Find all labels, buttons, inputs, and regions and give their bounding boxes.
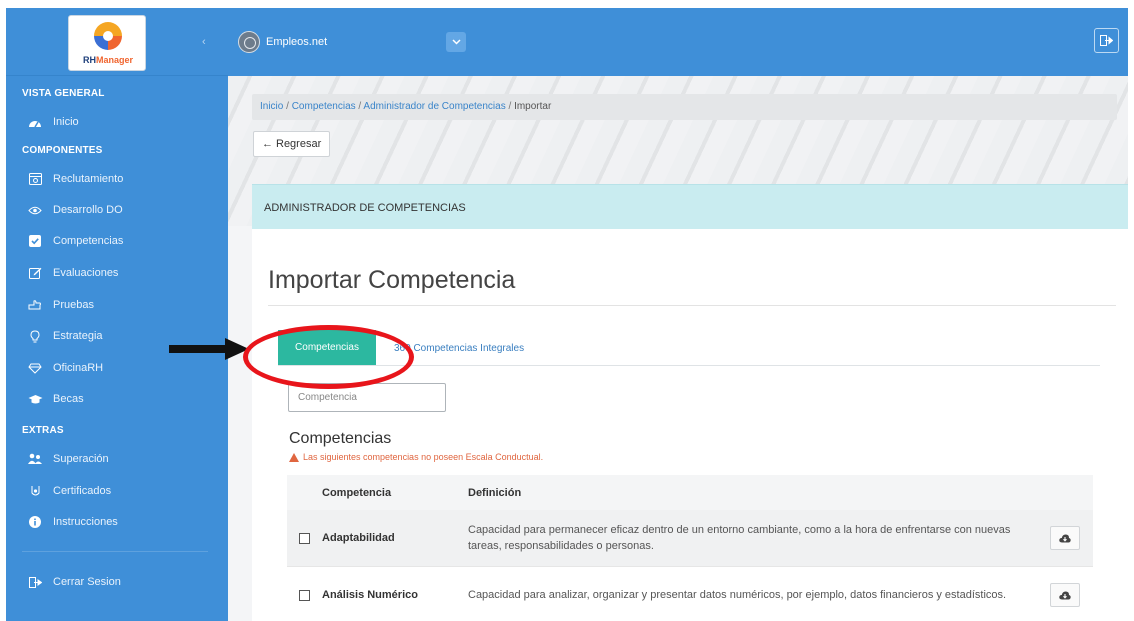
breadcrumb-inicio[interactable]: Inicio [260, 101, 283, 112]
company-name: Empleos.net [266, 36, 328, 48]
browser-icon [26, 172, 44, 186]
row-action-cell [1036, 526, 1093, 550]
import-button[interactable] [1049, 583, 1080, 607]
row-checkbox[interactable] [299, 589, 310, 601]
competency-definition: Capacidad para analizar, organizar y pre… [468, 589, 1007, 601]
breadcrumb-competencias[interactable]: Competencias [292, 101, 356, 112]
back-button[interactable]: ← Regresar [253, 131, 331, 157]
sidebar-item-label: Evaluaciones [53, 267, 119, 279]
competency-table: Competencia Definición Adaptabilidad Cap… [287, 475, 1093, 621]
sidebar-item-certificados[interactable]: Certificados [6, 478, 228, 504]
logo-text: RHManager [82, 55, 133, 65]
users-icon [26, 452, 44, 466]
breadcrumb: Inicio / Competencias / Administrador de… [252, 94, 1117, 120]
logo-area: RHManager ‹ [6, 8, 228, 76]
sidebar-item-label: Competencias [53, 235, 124, 247]
sidebar-item-instrucciones[interactable]: Instrucciones [6, 509, 228, 535]
breadcrumb-current: Importar [514, 101, 552, 112]
section-title: Competencias [289, 430, 392, 447]
graduation-cap-icon [26, 392, 44, 406]
sidebar-item-label: Superación [53, 453, 109, 465]
eye-icon [26, 203, 44, 217]
sidebar-item-label: Desarrollo DO [53, 204, 123, 216]
app-frame: RHManager ‹ VISTA GENERAL Inicio COMPONE… [6, 8, 1128, 621]
table-row: Adaptabilidad Capacidad para permanecer … [287, 510, 1093, 567]
row-action-cell [1036, 583, 1093, 607]
cloud-download-icon [1058, 533, 1071, 542]
logout-label: Cerrar Sesion [53, 576, 121, 588]
cloud-download-icon [1058, 590, 1071, 599]
section-extras: EXTRAS [22, 425, 64, 436]
sidebar-divider [22, 551, 208, 552]
sidebar-item-label: Pruebas [53, 299, 94, 311]
sidebar-item-reclutamiento[interactable]: Reclutamiento [6, 166, 228, 192]
dashboard-icon [26, 115, 44, 129]
competency-name: Análisis Numérico [322, 589, 418, 601]
row-checkbox-cell [287, 589, 322, 601]
column-header-competencia: Competencia [322, 486, 392, 499]
row-checkbox-cell [287, 532, 322, 544]
sidebar-item-superacion[interactable]: Superación [6, 446, 228, 472]
checkbox-icon [26, 234, 44, 248]
row-checkbox[interactable] [299, 532, 310, 544]
sidebar-item-label: Instrucciones [53, 516, 118, 528]
edit-icon [26, 266, 44, 280]
company-logo-icon [238, 31, 260, 53]
sidebar-item-competencias[interactable]: Competencias [6, 228, 228, 254]
sign-out-icon [1100, 35, 1113, 46]
company-dropdown-button[interactable] [446, 32, 466, 52]
topbar: Empleos.net [228, 8, 1128, 76]
annotation-arrow-icon [169, 338, 249, 360]
diamond-icon [26, 361, 44, 375]
page-title: Importar Competencia [268, 266, 516, 294]
sidebar: RHManager ‹ VISTA GENERAL Inicio COMPONE… [6, 8, 228, 621]
logout-button[interactable] [1094, 28, 1119, 53]
column-header-definicion: Definición [468, 486, 522, 499]
competency-definition: Capacidad para permanecer eficaz dentro … [468, 524, 1011, 552]
annotation-highlight-circle [243, 325, 414, 389]
warning-text: Las siguientes competencias no poseen Es… [303, 452, 544, 462]
sidebar-item-label: Estrategia [53, 330, 103, 342]
chevron-left-icon[interactable]: ‹ [202, 36, 206, 48]
logout-link[interactable]: Cerrar Sesion [6, 569, 228, 595]
import-button[interactable] [1049, 526, 1080, 550]
sidebar-item-label: Inicio [53, 116, 79, 128]
lightbulb-icon [26, 329, 44, 343]
hand-icon [26, 298, 44, 312]
warning-icon [289, 452, 299, 462]
sidebar-item-pruebas[interactable]: Pruebas [6, 292, 228, 318]
section-vista-general: VISTA GENERAL [22, 88, 105, 99]
sidebar-item-inicio[interactable]: Inicio [6, 109, 228, 135]
back-button-label: Regresar [276, 138, 322, 150]
title-divider [268, 305, 1116, 306]
info-icon [26, 515, 44, 529]
competency-panel: ADMINISTRADOR DE COMPETENCIAS Importar C… [252, 184, 1128, 621]
tab-360-competencias-integrales[interactable]: 360 Competencias Integrales [394, 343, 524, 354]
logo-mark-icon [94, 22, 122, 50]
certificate-icon [26, 484, 44, 498]
panel-header: ADMINISTRADOR DE COMPETENCIAS [252, 184, 1128, 229]
sign-out-icon [26, 575, 44, 589]
sidebar-item-label: Certificados [53, 485, 112, 497]
sidebar-item-becas[interactable]: Becas [6, 386, 228, 412]
breadcrumb-administrador[interactable]: Administrador de Competencias [363, 101, 505, 112]
sidebar-item-label: Reclutamiento [53, 173, 124, 185]
app-logo[interactable]: RHManager [68, 15, 146, 71]
competency-name: Adaptabilidad [322, 532, 395, 544]
arrow-left-icon: ← [262, 138, 273, 150]
sidebar-item-desarrollo-do[interactable]: Desarrollo DO [6, 197, 228, 223]
section-componentes: COMPONENTES [22, 145, 103, 156]
table-row: Análisis Numérico Capacidad para analiza… [287, 567, 1093, 621]
chevron-down-icon [451, 39, 461, 45]
sidebar-item-label: OficinaRH [53, 362, 104, 374]
warning-message: Las siguientes competencias no poseen Es… [289, 452, 543, 462]
sidebar-item-label: Becas [53, 393, 84, 405]
sidebar-item-evaluaciones[interactable]: Evaluaciones [6, 260, 228, 286]
table-header: Competencia Definición [287, 475, 1093, 510]
